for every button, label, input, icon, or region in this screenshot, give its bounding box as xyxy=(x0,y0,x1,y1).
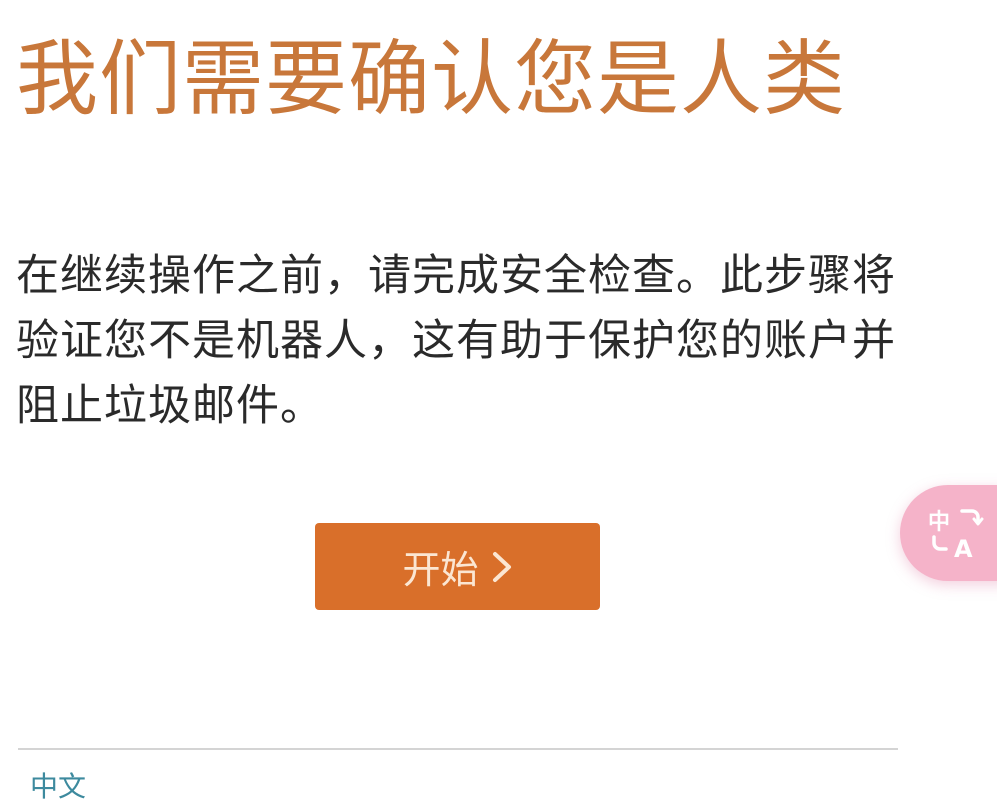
footer-divider xyxy=(18,748,898,750)
translate-icon: 中 A xyxy=(928,509,984,561)
start-button[interactable]: 开始 xyxy=(315,523,600,610)
verification-page: 我们需要确认您是人类 在继续操作之前，请完成安全检查。此步骤将验证您不是机器人，… xyxy=(0,0,997,803)
translate-icon-glyph-bottom: A xyxy=(954,535,973,561)
translate-button[interactable]: 中 A xyxy=(900,485,997,581)
chevron-right-icon xyxy=(491,550,513,584)
page-title: 我们需要确认您是人类 xyxy=(16,32,847,127)
translate-icon-glyph-top: 中 xyxy=(928,510,950,535)
verification-description: 在继续操作之前，请完成安全检查。此步骤将验证您不是机器人，这有助于保护您的账户并… xyxy=(16,251,896,431)
start-button-label: 开始 xyxy=(402,548,479,592)
